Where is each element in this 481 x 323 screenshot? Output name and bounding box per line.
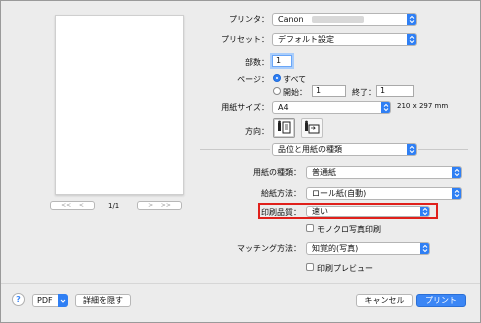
pages-to-label: 終了： — [352, 88, 376, 97]
print-quality-label: 印刷品質： — [261, 208, 301, 217]
mono-photo-checkbox[interactable] — [306, 224, 314, 232]
preset-popup[interactable]: デフォルト設定 — [272, 33, 417, 46]
mono-photo-label: モノクロ写真印刷 — [317, 225, 381, 234]
next-page-button[interactable]: > — [148, 202, 153, 209]
media-type-popup[interactable]: 普通紙 — [306, 166, 462, 179]
pages-from-label: 開始： — [283, 88, 307, 97]
chevron-updown-icon — [407, 34, 416, 45]
paper-source-popup[interactable]: ロール紙(自動) — [306, 187, 462, 200]
section-divider-right — [418, 149, 468, 150]
panel-menu-popup[interactable]: 品位と用紙の種類 — [272, 143, 417, 156]
matching-label: マッチング方法： — [237, 244, 301, 253]
pdf-button-label: PDF — [37, 296, 53, 305]
orientation-label: 方向： — [245, 127, 269, 136]
orientation-portrait-button[interactable] — [273, 118, 295, 138]
print-preview-label: 印刷プレビュー — [317, 264, 373, 273]
media-type-label: 用紙の種類： — [253, 168, 301, 177]
pages-all-label: すべて — [283, 75, 307, 84]
matching-popup[interactable]: 知覚的(写真) — [306, 242, 430, 255]
section-divider-left — [200, 149, 270, 150]
chevron-updown-icon — [452, 188, 461, 199]
last-page-button[interactable]: >> — [161, 202, 171, 209]
first-page-button[interactable]: << — [61, 202, 71, 209]
print-quality-value: 速い — [312, 207, 328, 216]
footer-divider — [1, 283, 480, 284]
print-dialog: << < 1/1 > >> プリンタ： Canon プリセット： デフォルト設定… — [0, 0, 481, 323]
printer-label: プリンタ： — [229, 15, 269, 24]
pdf-menu-button[interactable]: PDF — [32, 294, 68, 307]
page-indicator: 1/1 — [108, 202, 120, 210]
pages-all-radio[interactable] — [273, 74, 281, 82]
paper-size-label: 用紙サイズ： — [221, 103, 269, 112]
panel-menu-value: 品位と用紙の種類 — [278, 145, 342, 154]
copies-label: 部数： — [245, 58, 269, 67]
chevron-updown-icon — [381, 102, 390, 113]
pages-label: ページ： — [237, 75, 269, 84]
hide-details-button[interactable]: 詳細を隠す — [75, 294, 131, 307]
paper-size-dimensions: 210 x 297 mm — [397, 102, 449, 110]
paper-size-popup[interactable]: A4 — [272, 101, 391, 114]
printer-value: Canon — [278, 15, 304, 24]
chevron-updown-icon — [420, 207, 429, 216]
preset-label: プリセット： — [221, 35, 269, 44]
landscape-icon — [305, 120, 320, 134]
pages-from-field[interactable]: 1 — [312, 85, 346, 97]
pages-to-field[interactable]: 1 — [376, 85, 414, 97]
paper-source-label: 給紙方法： — [261, 189, 301, 198]
cancel-button[interactable]: キャンセル — [356, 294, 413, 307]
prev-page-button[interactable]: < — [79, 202, 84, 209]
help-icon: ? — [16, 295, 21, 304]
chevron-updown-icon — [407, 14, 416, 25]
pages-range-radio[interactable] — [273, 87, 281, 95]
matching-value: 知覚的(写真) — [312, 244, 359, 253]
copies-field[interactable]: 1 — [272, 55, 292, 67]
printer-name-redacted — [312, 16, 365, 23]
preview-next-last-buttons[interactable]: > >> — [137, 201, 182, 210]
chevron-updown-icon — [452, 167, 461, 178]
printer-popup[interactable]: Canon — [272, 13, 417, 26]
print-preview-checkbox[interactable] — [306, 263, 314, 271]
help-button[interactable]: ? — [12, 293, 25, 306]
chevron-down-icon — [58, 294, 68, 307]
paper-source-value: ロール紙(自動) — [312, 189, 367, 198]
orientation-landscape-button[interactable] — [301, 118, 323, 138]
preset-value: デフォルト設定 — [278, 35, 334, 44]
preview-first-prev-buttons[interactable]: << < — [50, 201, 95, 210]
preview-page — [55, 15, 184, 195]
print-quality-popup[interactable]: 速い — [306, 206, 430, 217]
portrait-icon — [278, 120, 291, 134]
paper-size-value: A4 — [278, 103, 289, 112]
chevron-updown-icon — [420, 243, 429, 254]
print-button[interactable]: プリント — [416, 294, 466, 307]
chevron-updown-icon — [407, 144, 416, 155]
media-type-value: 普通紙 — [312, 168, 336, 177]
